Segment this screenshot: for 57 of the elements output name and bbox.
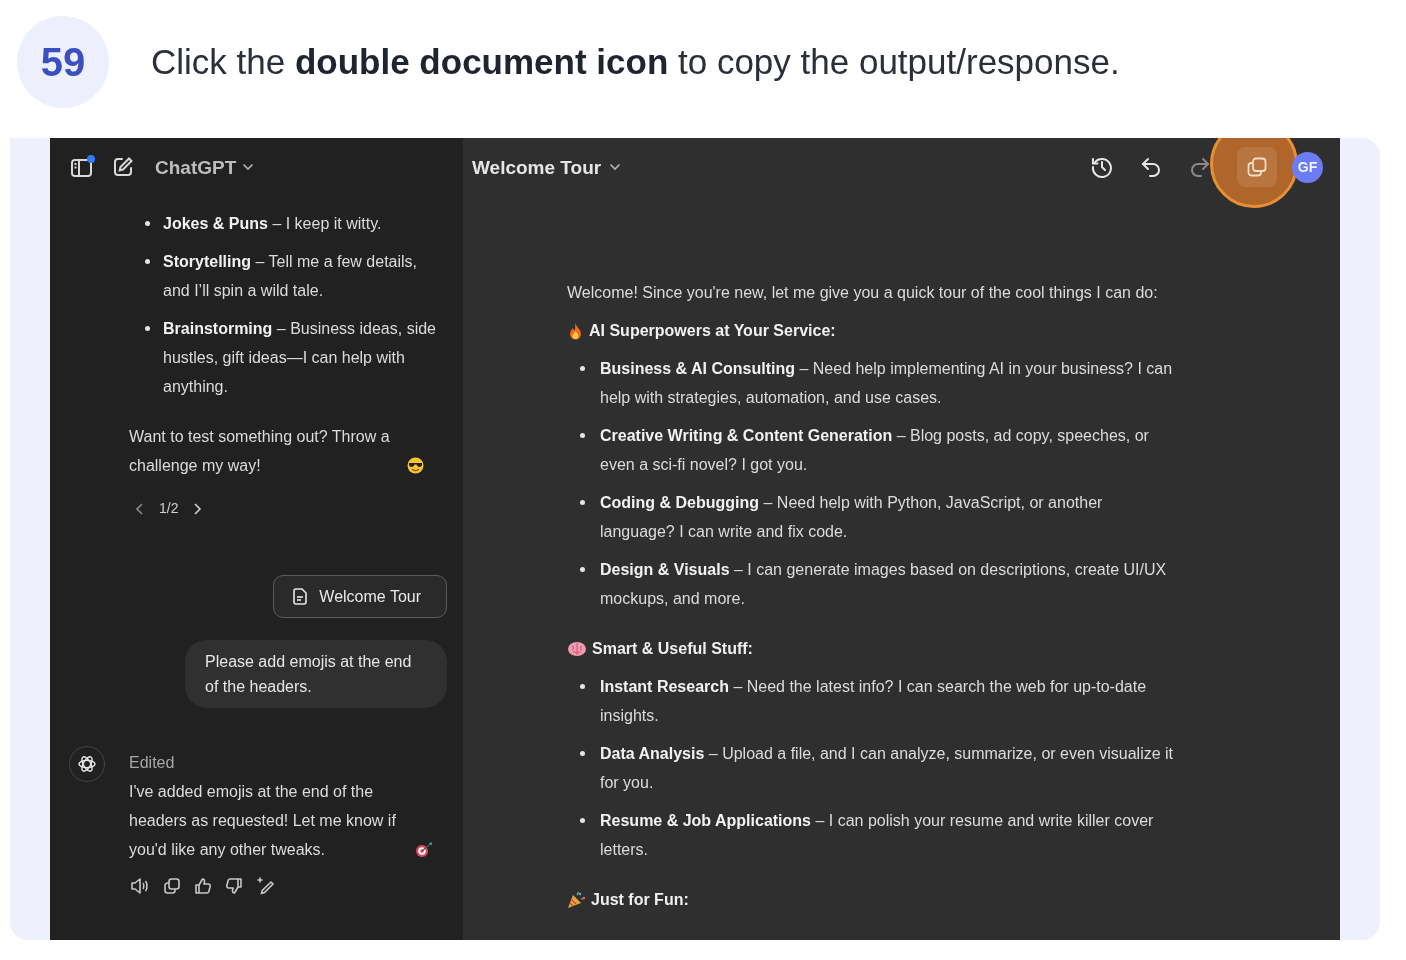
list-item-text: Design & Visuals – I can generate images based on descriptions, create UI/UX mockups, and more. — [600, 560, 1168, 609]
step-instruction: Click the double document icon to copy the output/response. — [151, 42, 1120, 82]
bullet-dot — [580, 567, 585, 572]
sidebar-icon[interactable] — [70, 155, 96, 179]
list-item-text: Data Analysis – Upload a file, and I can analyze, summarize, or even visualize it for you. — [600, 744, 1175, 793]
next-icon[interactable] — [192, 501, 203, 516]
section-heading: Just for Fun: — [591, 890, 689, 910]
sunglasses-face-icon — [407, 457, 424, 474]
message-text: Want to test something out? Throw a challenge my way! — [129, 427, 391, 476]
caret-icon — [242, 163, 255, 171]
list-item-text: Jokes & Puns – I keep it witty. — [163, 214, 382, 234]
bullet-dot — [580, 500, 585, 505]
edit-status: Edited — [129, 753, 176, 773]
list-item-text: Creative Writing & Content Generation – Blog posts, ad copy, speeches, or even a sci-fi novel? I got you. — [600, 426, 1150, 475]
list-item-text: Resume & Job Applications – I can polish your resume and write killer cover letters. — [600, 811, 1155, 860]
undo-icon[interactable] — [1139, 155, 1163, 179]
user-message: Please add emojis at the end of the headers. — [185, 640, 447, 708]
previous-icon[interactable] — [135, 501, 145, 516]
fire-icon — [567, 321, 584, 340]
intro-text: Welcome! Since you're new, let me give you a quick tour of the cool things I can do: — [567, 283, 1159, 303]
app-title[interactable]: ChatGPT — [155, 152, 237, 182]
redo-icon[interactable] — [1188, 155, 1212, 179]
edit-sparkle-icon[interactable] — [256, 877, 276, 895]
list-item-text: Coding & Debugging – Need help with Python, JavaScript, or another language? I can write and fix code. — [600, 493, 1104, 542]
bullet-dot — [580, 366, 585, 371]
document-title[interactable]: Welcome Tour — [472, 152, 602, 182]
bullet-dot — [145, 259, 150, 264]
speaker-icon[interactable] — [130, 877, 150, 895]
thumbs-up-icon[interactable] — [194, 877, 212, 895]
dart-target-icon — [415, 842, 433, 858]
history-icon[interactable] — [1090, 155, 1114, 179]
list-item-text: Brainstorming – Business ideas, side hustles, gift ideas—I can help with anything. — [163, 319, 437, 397]
assistant-message: I've added emojis at the end of the headers as requested! Let me know if you'd like any other tweaks. — [129, 782, 397, 860]
copy-icon[interactable] — [163, 877, 181, 895]
section-heading: Smart & Useful Stuff: — [592, 639, 753, 659]
list-item-text: Storytelling – Tell me a few details, and I’ll spin a wild tale. — [163, 252, 419, 301]
page-counter: 1/2 — [159, 499, 179, 518]
bullet-dot — [580, 433, 585, 438]
edit-icon[interactable] — [112, 156, 134, 178]
thumbs-down-icon[interactable] — [225, 877, 243, 895]
party-popper-icon — [567, 890, 586, 909]
document-chip[interactable]: Welcome Tour — [273, 575, 447, 618]
section-heading: AI Superpowers at Your Service: — [589, 321, 836, 341]
bullet-dot — [580, 818, 585, 823]
copy-button[interactable] — [1237, 147, 1277, 187]
brain-icon — [567, 640, 587, 657]
list-item-text: Instant Research – Need the latest info? I can search the web for up-to-date insights. — [600, 677, 1148, 726]
caret-icon — [609, 163, 622, 171]
step-number: 59 — [17, 16, 109, 108]
bullet-dot — [145, 221, 150, 226]
assistant-logo-icon — [77, 754, 97, 774]
bullet-dot — [145, 326, 150, 331]
document-icon — [293, 588, 308, 605]
copy-icon — [1246, 156, 1268, 178]
bullet-dot — [580, 684, 585, 689]
list-item-text: Business & AI Consulting – Need help implementing AI in your business? I can help with strategies, automation, and use cases. — [600, 359, 1174, 408]
bullet-dot — [580, 751, 585, 756]
